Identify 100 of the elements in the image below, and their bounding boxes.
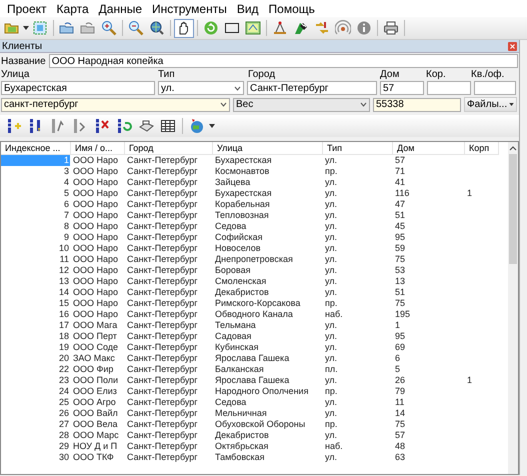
table-cell[interactable]: 23: [58, 375, 70, 386]
chevron-up-icon[interactable]: [509, 144, 517, 152]
table-cell[interactable]: 13: [58, 276, 70, 287]
table-cell[interactable]: 3: [62, 166, 70, 177]
table-cell-text: ООО Наро: [72, 298, 120, 309]
table-icon: [160, 118, 176, 134]
arrows-icon: [314, 20, 330, 36]
building-field[interactable]: [427, 81, 471, 95]
folder-arrow-icon: [80, 20, 96, 36]
table-cell[interactable]: 20: [58, 353, 70, 364]
table-cell-text: ООО Елиз: [72, 386, 118, 397]
table-cell-text: наб.: [324, 441, 344, 452]
table-cell[interactable]: 24: [58, 386, 70, 397]
menu-item[interactable]: Проект: [2, 2, 52, 16]
table-cell-text: Санкт-Петербург: [126, 419, 199, 430]
table-cell[interactable]: 9: [62, 232, 70, 243]
column-header[interactable]: Корп: [465, 142, 499, 155]
field-label: Дом: [380, 69, 400, 80]
table-cell-text: Санкт-Петербург: [126, 353, 199, 364]
table-cell-text: ООО Наро: [72, 232, 120, 243]
table-cell-text: 59: [394, 243, 406, 254]
table-cell[interactable]: 12: [58, 265, 70, 276]
globe-zoom-icon: [149, 20, 165, 36]
table-cell-text: ООО Наро: [72, 287, 120, 298]
table-cell-text: Новоселов: [214, 243, 262, 254]
column-header[interactable]: Тип: [323, 142, 393, 155]
table-cell-text: Санкт-Петербург: [126, 155, 199, 166]
table-cell-text: Санкт-Петербург: [126, 408, 199, 419]
table-cell[interactable]: 29: [58, 441, 70, 452]
scrollbar[interactable]: [508, 142, 518, 474]
menu-item[interactable]: Инструменты: [147, 2, 232, 16]
table-cell[interactable]: 25: [58, 397, 70, 408]
table-cell[interactable]: 19: [58, 342, 70, 353]
table-cell[interactable]: 5: [62, 188, 70, 199]
table-cell-text: Санкт-Петербург: [126, 287, 199, 298]
table-cell-text: 1: [466, 375, 474, 386]
files-button[interactable]: Файлы...: [464, 97, 518, 112]
weight-field[interactable]: 55338: [373, 98, 461, 112]
type-dropdown[interactable]: ул.: [158, 81, 244, 95]
table-cell-text: Бухарестская: [214, 155, 273, 166]
toolbar-button[interactable]: [381, 18, 401, 38]
info-icon: [356, 20, 372, 36]
field-label: Тип: [158, 69, 176, 80]
table-cell-text: Космонавтов: [214, 166, 270, 177]
table-cell-text: Санкт-Петербург: [126, 364, 199, 375]
table-cell-text: 1: [466, 188, 474, 199]
table-cell[interactable]: 26: [58, 408, 70, 419]
table-cell[interactable]: 15: [58, 298, 70, 309]
table-cell-text: Римского-Корсакова: [214, 298, 302, 309]
name-field[interactable]: ООО Народная копейка: [48, 54, 518, 68]
table-cell[interactable]: 10: [58, 243, 70, 254]
menu-item[interactable]: Данные: [94, 2, 147, 16]
table-cell[interactable]: 28: [58, 430, 70, 441]
table-cell[interactable]: 18: [58, 331, 70, 342]
toolbar-button[interactable]: [174, 18, 194, 38]
caret-icon[interactable]: [23, 26, 29, 30]
table-cell-text: 13: [394, 276, 406, 287]
menu-item[interactable]: Помощь: [264, 2, 320, 16]
table-cell-text: ул.: [324, 452, 338, 463]
table-cell-text: ООО Наро: [72, 166, 120, 177]
table-cell[interactable]: 14: [58, 287, 70, 298]
table-cell-text: Санкт-Петербург: [126, 452, 199, 463]
menu-item[interactable]: Карта: [52, 2, 94, 16]
table-cell[interactable]: 27: [58, 419, 70, 430]
column-header[interactable]: Город: [125, 142, 213, 155]
office-field[interactable]: [474, 81, 516, 95]
table-cell-text: ООО Поли: [72, 375, 120, 386]
street-field[interactable]: Бухарестская: [1, 81, 155, 95]
table-cell-text: Бухарестская: [214, 188, 273, 199]
table-cell-text: 6: [394, 353, 402, 364]
table-cell-text: 1: [394, 320, 402, 331]
close-icon[interactable]: [508, 42, 517, 50]
house-field[interactable]: 57: [380, 81, 424, 95]
table-cell-text: Санкт-Петербург: [126, 298, 199, 309]
zoom-out-icon: [128, 20, 144, 36]
city-field[interactable]: Санкт-Петербург: [247, 81, 377, 95]
table-cell-text: 57: [394, 155, 406, 166]
menu-item[interactable]: Вид: [232, 2, 264, 16]
table-cell[interactable]: 6: [62, 199, 70, 210]
column-header[interactable]: Имя / о...: [71, 142, 125, 155]
column-header[interactable]: Улица: [213, 142, 323, 155]
table-cell-text: Санкт-Петербург: [126, 309, 199, 320]
table-cell[interactable]: 22: [58, 364, 70, 375]
table-cell[interactable]: 16: [58, 309, 70, 320]
region-dropdown[interactable]: санкт-петербург: [1, 98, 230, 112]
field-label: Название: [1, 56, 46, 66]
table-cell[interactable]: 30: [58, 452, 70, 463]
table-cell-text: пр.: [324, 419, 338, 430]
column-header[interactable]: Дом: [393, 142, 465, 155]
grid-select-icon: [32, 20, 48, 36]
table-cell-text: Санкт-Петербург: [126, 177, 199, 188]
table-cell[interactable]: 4: [62, 177, 70, 188]
table-cell[interactable]: 7: [62, 210, 70, 221]
table-cell-text: ул.: [324, 243, 338, 254]
table-cell[interactable]: 8: [62, 221, 70, 232]
caret-icon[interactable]: [209, 124, 215, 128]
weight-dropdown[interactable]: Вес: [233, 98, 370, 112]
table-cell[interactable]: 11: [58, 254, 70, 265]
table-cell-text: ООО Наро: [72, 155, 120, 166]
table-cell[interactable]: 17: [58, 320, 70, 331]
